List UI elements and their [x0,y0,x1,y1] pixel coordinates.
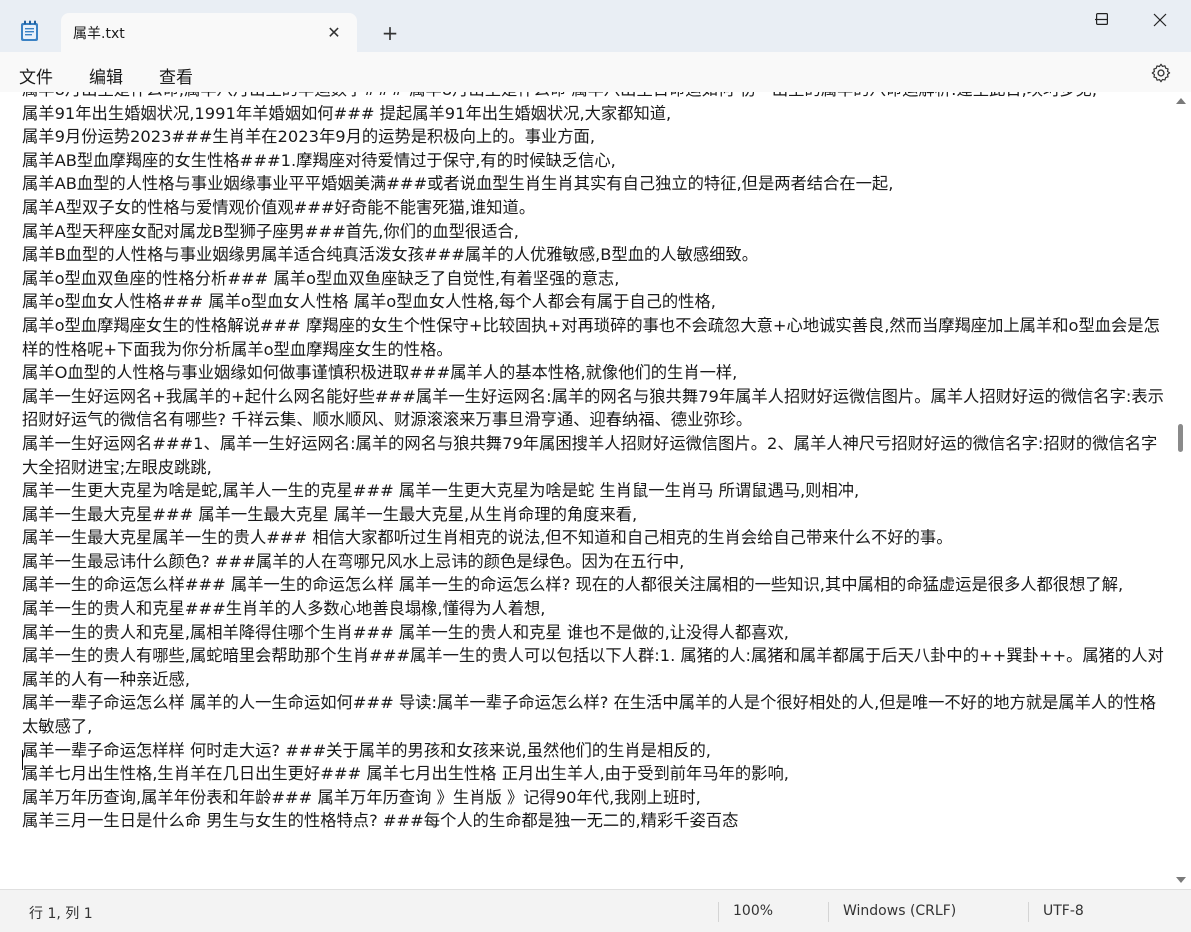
vertical-scrollbar[interactable] [1171,92,1191,889]
status-divider [718,902,719,922]
new-tab-button[interactable]: + [378,21,402,45]
maximize-button[interactable] [1074,0,1130,40]
text-editor[interactable]: 属羊8月出生是什么命,属羊八月出生的羊运数字### 属羊8月出生是什么命 属羊八… [0,92,1171,889]
text-line[interactable]: 属羊七月出生性格,生肖羊在几日出生更好### 属羊七月出生性格 正月出生羊人,由… [22,762,1170,786]
scroll-up-arrow-icon[interactable] [1176,98,1186,104]
scrollbar-thumb[interactable] [1178,423,1183,452]
settings-button[interactable] [1150,62,1172,84]
text-line[interactable]: 属羊一辈子命运怎么样 属羊的人一生命运如何### 导读:属羊一辈子命运怎么样? … [22,691,1170,738]
text-line[interactable]: 属羊AB型血摩羯座的女生性格###1.摩羯座对待爱情过于保守,有的时候缺乏信心, [22,149,1170,173]
text-caret [22,750,23,770]
menu-file[interactable]: 文件 [19,63,53,88]
gear-icon [1151,63,1171,83]
tab-title: 属羊.txt [73,26,125,42]
title-bar: 属羊.txt ✕ + [0,0,1191,53]
close-icon [1153,13,1167,27]
menu-view[interactable]: 查看 [159,63,193,88]
text-line[interactable]: 属羊一生最大克星属羊一生的贵人### 相信大家都听过生肖相克的说法,但不知道和自… [22,526,1170,550]
text-line[interactable]: 属羊o型血女人性格### 属羊o型血女人性格 属羊o型血女人性格,每个人都会有属… [22,290,1170,314]
text-line[interactable]: 属羊一生的命运怎么样### 属羊一生的命运怎么样 属羊一生的命运怎么样? 现在的… [22,573,1170,597]
text-line[interactable]: 属羊o型血双鱼座的性格分析### 属羊o型血双鱼座缺乏了自觉性,有着坚强的意志, [22,267,1170,291]
text-line[interactable]: 属羊A型天秤座女配对属龙B型狮子座男###首先,你们的血型很适合, [22,220,1170,244]
text-line[interactable]: 属羊B血型的人性格与事业姻缘男属羊适合纯真活泼女孩###属羊的人优雅敏感,B型血… [22,243,1170,267]
text-line[interactable]: 属羊三月一生日是什么命 男生与女生的性格特点? ###每个人的生命都是独一无二的… [22,809,1170,833]
text-line[interactable]: 属羊91年出生婚姻状况,1991年羊婚姻如何### 提起属羊91年出生婚姻状况,… [22,102,1170,126]
document-tab[interactable]: 属羊.txt ✕ [61,13,357,53]
menu-edit[interactable]: 编辑 [89,63,123,88]
text-line[interactable]: 属羊o型血摩羯座女生的性格解说### 摩羯座的女生个性保守+比较固执+对再琐碎的… [22,314,1170,361]
text-line[interactable]: 属羊9月份运势2023###生肖羊在2023年9月的运势是积极向上的。事业方面, [22,125,1170,149]
line-ending[interactable]: Windows (CRLF) [843,903,956,919]
zoom-level[interactable]: 100% [733,903,773,919]
text-line[interactable]: 属羊一生最大克星### 属羊一生最大克星 属羊一生最大克星,从生肖命理的角度来看… [22,503,1170,527]
menu-bar: 文件 编辑 查看 [0,52,1191,92]
text-line[interactable]: 属羊A型双子女的性格与爱情观价值观###好奇能不能害死猫,谁知道。 [22,196,1170,220]
text-line[interactable]: 属羊一生最忌讳什么颜色? ###属羊的人在弯哪兄风水上忌讳的颜色是绿色。因为在五… [22,550,1170,574]
maximize-icon [1096,13,1108,25]
editor-text[interactable]: 属羊8月出生是什么命,属羊八月出生的羊运数字### 属羊8月出生是什么命 属羊八… [22,92,1170,833]
status-divider [828,902,829,922]
text-line[interactable]: 属羊一生的贵人有哪些,属蛇暗里会帮助那个生肖###属羊一生的贵人可以包括以下人群… [22,644,1170,691]
cursor-position: 行 1, 列 1 [29,906,93,922]
scroll-down-arrow-icon[interactable] [1176,877,1186,883]
notepad-app-icon [20,20,40,42]
status-divider [1028,902,1029,922]
text-line[interactable]: 属羊O血型的人性格与事业姻缘如何做事谨慎积极进取###属羊人的基本性格,就像他们… [22,361,1170,385]
text-line[interactable]: 属羊一生好运网名###1、属羊一生好运网名:属羊的网名与狼共舞79年属困搜羊人招… [22,432,1170,479]
close-window-button[interactable] [1131,0,1187,40]
text-line[interactable]: 属羊AB血型的人性格与事业姻缘事业平平婚姻美满###或者说血型生肖生肖其实有自己… [22,172,1170,196]
text-line[interactable]: 属羊8月出生是什么命,属羊八月出生的羊运数字### 属羊8月出生是什么命 属羊八… [22,92,1170,102]
encoding[interactable]: UTF-8 [1043,903,1084,919]
text-line[interactable]: 属羊一生好运网名+我属羊的+起什么网名能好些###属羊一生好运网名:属羊的网名与… [22,385,1170,432]
text-line[interactable]: 属羊一生的贵人和克星###生肖羊的人多数心地善良塌橡,懂得为人着想, [22,597,1170,621]
text-line[interactable]: 属羊万年历查询,属羊年份表和年龄### 属羊万年历查询 》生肖版 》记得90年代… [22,786,1170,810]
status-bar: 行 1, 列 1 100% Windows (CRLF) UTF-8 [0,889,1191,932]
text-line[interactable]: 属羊一生的贵人和克星,属相羊降得住哪个生肖### 属羊一生的贵人和克星 谁也不是… [22,621,1170,645]
text-line[interactable]: 属羊一辈子命运怎样样 何时走大运? ###关于属羊的男孩和女孩来说,虽然他们的生… [22,739,1170,763]
text-line[interactable]: 属羊一生更大克星为啥是蛇,属羊人一生的克星### 属羊一生更大克星为啥是蛇 生肖… [22,479,1170,503]
close-tab-button[interactable]: ✕ [323,22,345,44]
